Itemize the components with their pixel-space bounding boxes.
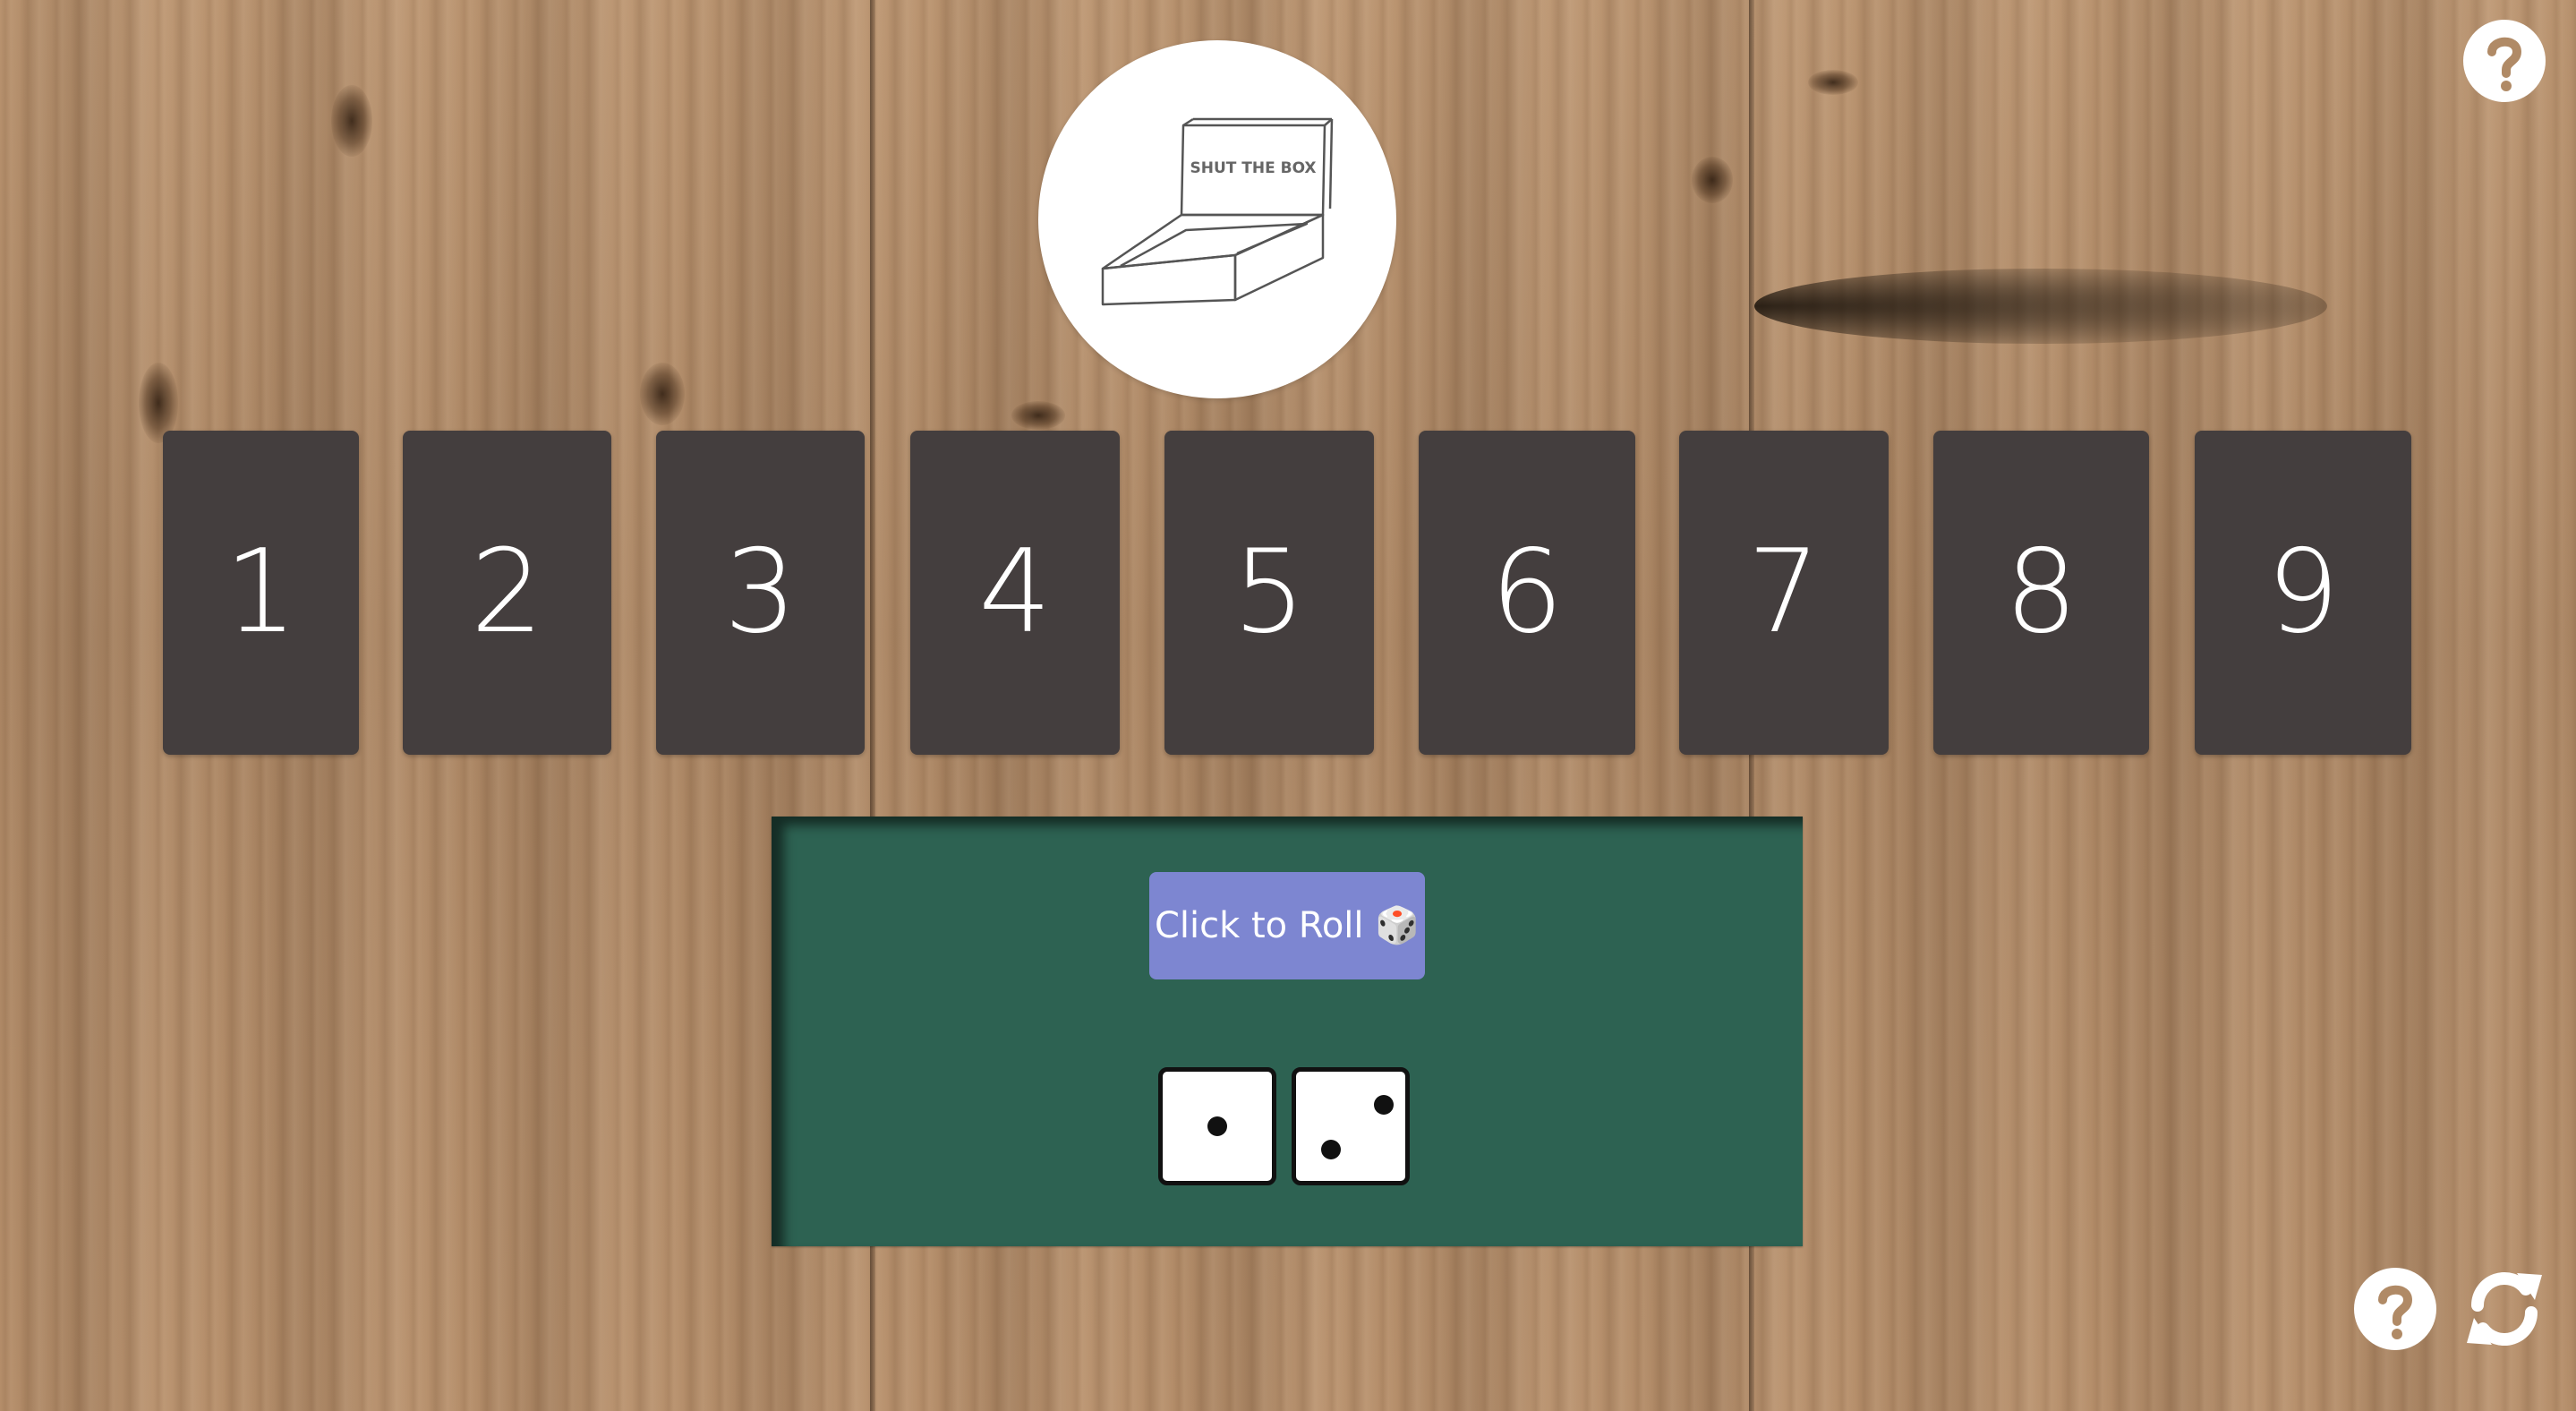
die-1 — [1158, 1067, 1276, 1185]
tile-3[interactable]: 3 — [656, 431, 865, 755]
refresh-icon — [2467, 1272, 2542, 1346]
die-pip — [1321, 1140, 1341, 1159]
restart-button[interactable] — [2460, 1264, 2549, 1354]
question-circle-icon — [2354, 1268, 2436, 1350]
tile-9[interactable]: 9 — [2195, 431, 2411, 755]
tile-4[interactable]: 4 — [910, 431, 1120, 755]
wood-knot — [1808, 70, 1858, 95]
open-box-icon: SHUT THE BOX — [1101, 117, 1334, 306]
tile-7[interactable]: 7 — [1679, 431, 1889, 755]
tile-2[interactable]: 2 — [403, 431, 611, 755]
die-pip — [1374, 1095, 1394, 1115]
shut-the-box-logo: SHUT THE BOX — [1038, 40, 1396, 398]
tile-1[interactable]: 1 — [163, 431, 359, 755]
question-circle-icon — [2463, 20, 2546, 102]
help-top-button[interactable] — [2461, 18, 2547, 104]
wood-knot — [331, 85, 372, 157]
wood-crack — [1754, 269, 2327, 344]
wood-knot — [640, 363, 685, 425]
help-bottom-button[interactable] — [2352, 1266, 2438, 1352]
tile-8[interactable]: 8 — [1933, 431, 2149, 755]
die-2 — [1292, 1067, 1410, 1185]
wood-knot — [1011, 401, 1065, 430]
wood-knot — [1692, 157, 1733, 203]
tile-5[interactable]: 5 — [1164, 431, 1374, 755]
die-pip — [1207, 1116, 1227, 1136]
roll-dice-button[interactable]: Click to Roll 🎲 — [1149, 872, 1425, 979]
svg-text:SHUT THE BOX: SHUT THE BOX — [1190, 159, 1316, 177]
tile-6[interactable]: 6 — [1419, 431, 1635, 755]
